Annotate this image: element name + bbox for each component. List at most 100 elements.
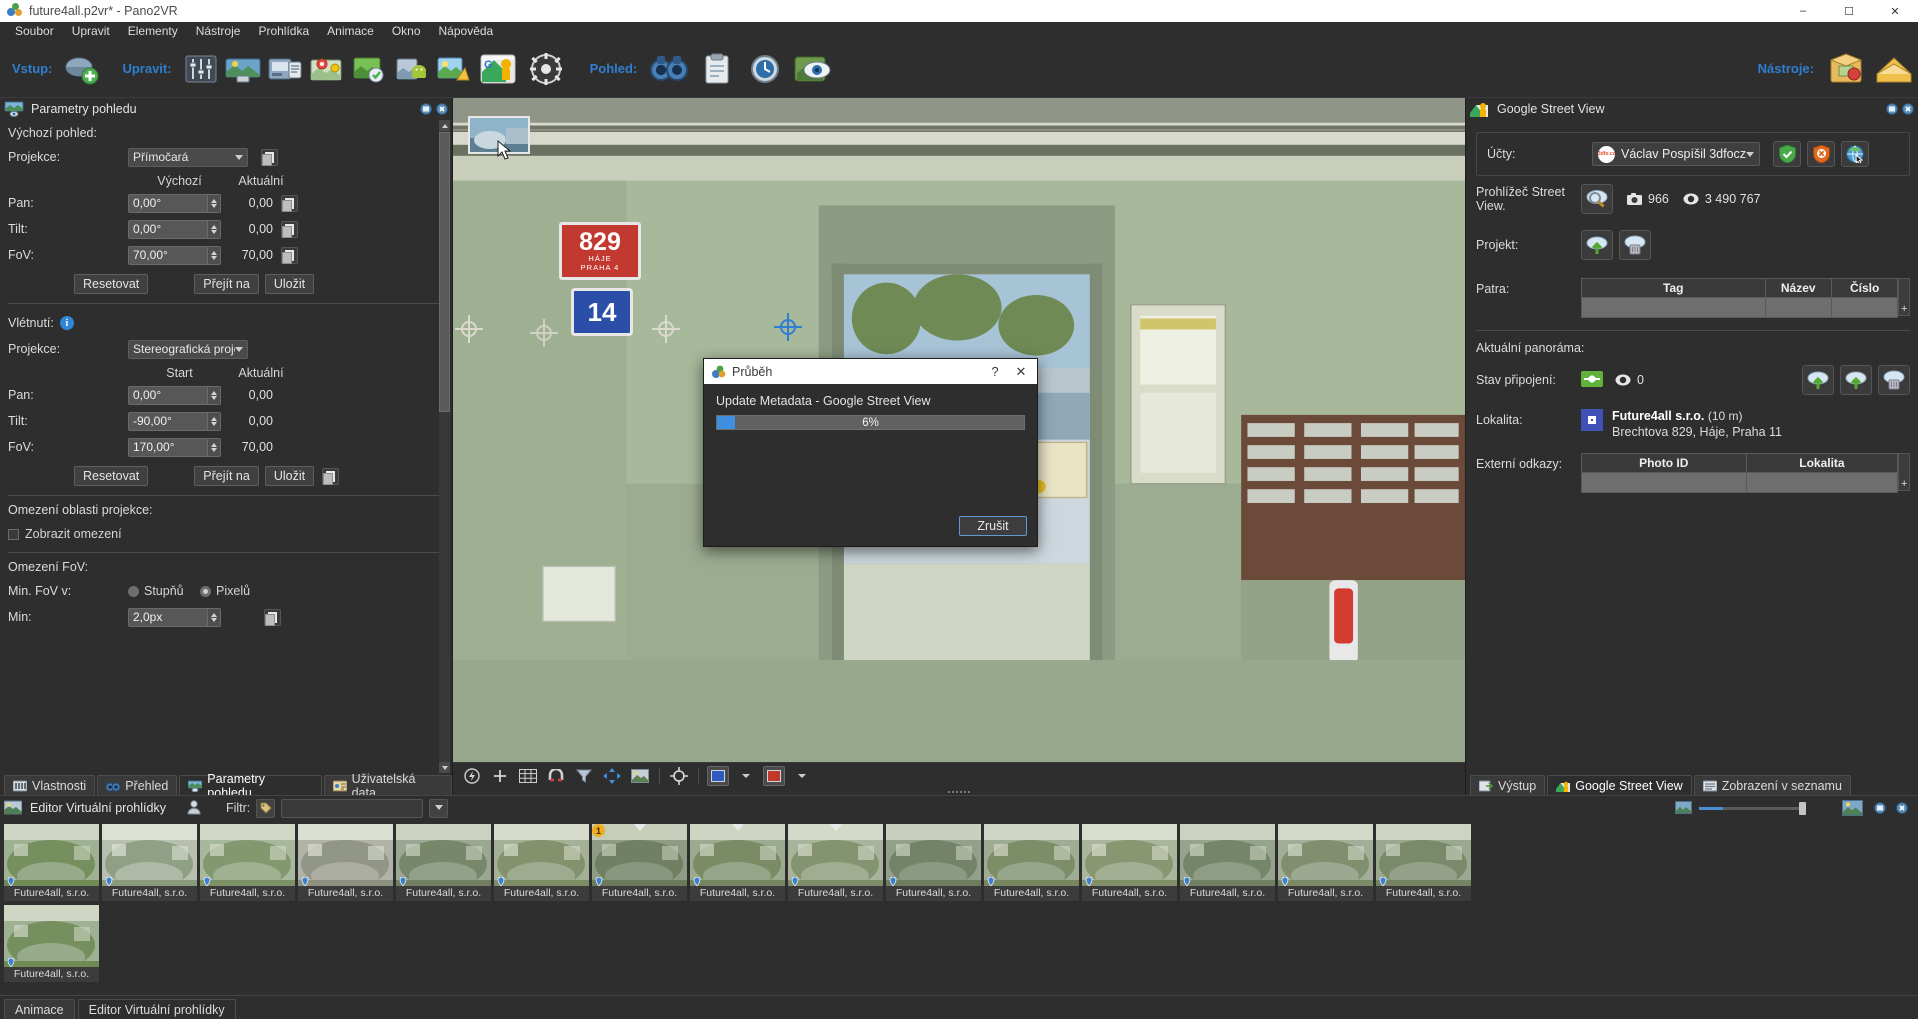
- thumbnail-size-slider[interactable]: [1699, 801, 1806, 815]
- flash-icon[interactable]: [461, 766, 483, 786]
- thumbnail-item[interactable]: Future4all, s.r.o.: [4, 824, 99, 901]
- thumbnail-image[interactable]: [4, 824, 99, 886]
- slider-knob[interactable]: [1799, 801, 1806, 815]
- thumbnail-item[interactable]: Future4all, s.r.o.: [102, 824, 197, 901]
- panel-resize-handle[interactable]: [453, 788, 1465, 795]
- thumbnail-image[interactable]: [886, 824, 981, 886]
- add-external-link-button[interactable]: +: [1898, 453, 1910, 491]
- thumbnail-item[interactable]: Future4all, s.r.o.: [886, 824, 981, 901]
- user-icon[interactable]: [186, 799, 204, 817]
- thumbnail-item[interactable]: Future4all, s.r.o.: [298, 824, 393, 901]
- thumbnail-item[interactable]: Future4all, s.r.o.: [1082, 824, 1177, 901]
- goto-flyin-button[interactable]: Přejít na: [194, 466, 259, 486]
- pan-stepper[interactable]: [207, 194, 220, 212]
- thumbnail-item[interactable]: Future4all, s.r.o.: [690, 824, 785, 901]
- tilt-stepper[interactable]: [207, 220, 220, 238]
- thumbnail-image[interactable]: 1: [592, 824, 687, 886]
- dialog-close-button[interactable]: ✕: [1008, 359, 1034, 384]
- upload-image-button[interactable]: [433, 49, 473, 89]
- menu-item-upravit[interactable]: Upravit: [63, 22, 119, 40]
- google-street-view-button[interactable]: G: [475, 49, 521, 89]
- magnet-icon[interactable]: [545, 766, 567, 786]
- target-icon[interactable]: [668, 766, 690, 786]
- flyin-pan-input[interactable]: 0,00°: [128, 385, 221, 405]
- save-flyin-button[interactable]: Uložit: [264, 466, 315, 486]
- hotspot-crosshair-3[interactable]: [652, 315, 680, 343]
- dropdown-blue-icon[interactable]: [735, 766, 757, 786]
- blue-swatch-icon[interactable]: [707, 765, 729, 786]
- reset-default-view-button[interactable]: Resetovat: [74, 274, 149, 294]
- thumbnail-image[interactable]: [1082, 824, 1177, 886]
- tab-vystup[interactable]: Výstup: [1470, 775, 1546, 795]
- dropdown-red-icon[interactable]: [791, 766, 813, 786]
- large-thumbs-icon[interactable]: [1842, 799, 1864, 817]
- menu-item-prohlidka[interactable]: Prohlídka: [249, 22, 318, 40]
- pano-publish-button[interactable]: [1840, 365, 1872, 395]
- add-floor-button[interactable]: +: [1898, 278, 1910, 316]
- thumbnail-image[interactable]: [396, 824, 491, 886]
- settings-gear-button[interactable]: [523, 49, 569, 89]
- info-icon[interactable]: i: [59, 316, 74, 330]
- radio-pixels-option[interactable]: Pixelů: [200, 584, 250, 598]
- levels-button[interactable]: [181, 49, 221, 89]
- tools-package-button[interactable]: [1823, 49, 1869, 89]
- hotspot-crosshair-2[interactable]: [530, 319, 558, 347]
- status-tab-animace[interactable]: Animace: [4, 999, 75, 1019]
- radio-degrees-option[interactable]: Stupňů: [128, 584, 200, 598]
- filter-icon[interactable]: [573, 766, 595, 786]
- scroll-up-arrow[interactable]: [439, 120, 450, 131]
- hotspot-editor-button[interactable]: [265, 49, 305, 89]
- scroll-down-arrow[interactable]: [439, 762, 450, 773]
- slider-track[interactable]: [1699, 806, 1799, 810]
- thumbnail-image[interactable]: [1180, 824, 1275, 886]
- thumbnail-image[interactable]: [690, 824, 785, 886]
- menu-item-elementy[interactable]: Elementy: [119, 22, 187, 40]
- project-delete-button[interactable]: [1619, 230, 1651, 260]
- menu-item-napoveda[interactable]: Nápověda: [430, 22, 503, 40]
- authorize-account-button[interactable]: [1773, 141, 1802, 167]
- min-copy-button[interactable]: [264, 608, 281, 626]
- pan-copy-button[interactable]: [281, 194, 298, 212]
- reset-flyin-button[interactable]: Resetovat: [74, 466, 149, 486]
- tilt-input[interactable]: 0,00°: [128, 219, 221, 239]
- open-web-button[interactable]: [1841, 141, 1870, 167]
- thumbnail-item[interactable]: Future4all, s.r.o.: [1278, 824, 1373, 901]
- show-limit-checkbox[interactable]: [8, 528, 19, 540]
- add-input-button[interactable]: [61, 49, 101, 89]
- thumbnail-image[interactable]: [1278, 824, 1373, 886]
- tab-prehled[interactable]: Přehled: [97, 775, 178, 795]
- menu-item-okno[interactable]: Okno: [383, 22, 430, 40]
- move-icon[interactable]: [601, 766, 623, 786]
- thumbnail-image[interactable]: [102, 824, 197, 886]
- thumbnail-item[interactable]: Future4all, s.r.o.: [396, 824, 491, 901]
- flyin-tilt-stepper[interactable]: [207, 412, 220, 430]
- tab-vlastnosti[interactable]: Vlastnosti: [4, 775, 96, 795]
- gallery-float-button[interactable]: [1873, 802, 1886, 815]
- thumbnail-image[interactable]: [200, 824, 295, 886]
- android-export-button[interactable]: [391, 49, 431, 89]
- thumbnail-image[interactable]: [1376, 824, 1471, 886]
- thumbnail-item[interactable]: Future4all, s.r.o.: [200, 824, 295, 901]
- hotspot-crosshair-selected[interactable]: [774, 313, 802, 341]
- pano-delete-button[interactable]: [1878, 365, 1910, 395]
- fov-stepper[interactable]: [207, 246, 220, 264]
- filter-input[interactable]: [281, 798, 424, 818]
- panel-close-button[interactable]: [435, 103, 448, 116]
- table-row[interactable]: [1581, 297, 1899, 318]
- flyin-fov-input[interactable]: 170,00°: [128, 437, 221, 457]
- maximize-button[interactable]: ☐: [1826, 0, 1872, 22]
- red-swatch-icon[interactable]: [763, 765, 785, 786]
- min-input[interactable]: 2,0px: [128, 607, 221, 627]
- tab-parametry-pohledu[interactable]: Parametry pohledu: [179, 772, 322, 800]
- open-street-view-viewer-button[interactable]: [1581, 184, 1613, 214]
- thumbnail-image[interactable]: [298, 824, 393, 886]
- panel-float-button[interactable]: [419, 103, 432, 116]
- tools-export-button[interactable]: [1871, 49, 1917, 89]
- add-point-icon[interactable]: [489, 766, 511, 786]
- goto-default-view-button[interactable]: Přejít na: [194, 274, 259, 294]
- panorama-editor-button[interactable]: [223, 49, 263, 89]
- filter-dropdown-button[interactable]: [429, 798, 449, 818]
- project-upload-button[interactable]: [1581, 230, 1613, 260]
- dialog-cancel-button[interactable]: Zrušit: [959, 516, 1027, 536]
- dialog-help-button[interactable]: ?: [982, 359, 1008, 384]
